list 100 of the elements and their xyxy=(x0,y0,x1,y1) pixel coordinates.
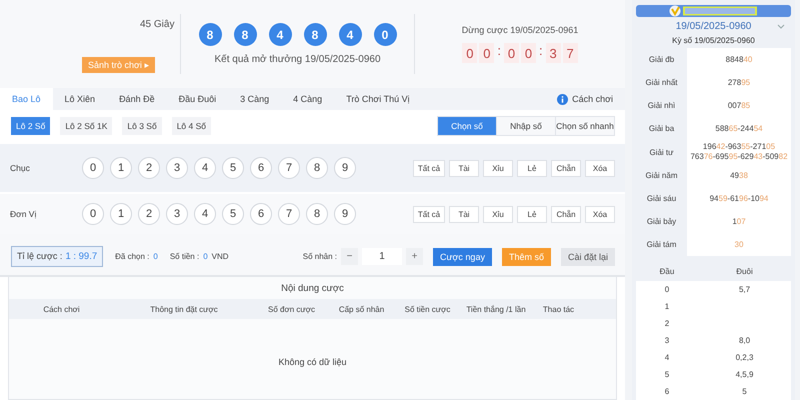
quick-pick-button[interactable]: Lẻ xyxy=(517,160,547,176)
prize-number: 50982 xyxy=(765,152,788,161)
multiplier-field[interactable]: 1 xyxy=(362,248,402,265)
stop-label: Dừng cược 19/05/2025-0961 xyxy=(462,25,578,35)
result-caption: Kết quả mở thưởng 19/05/2025-0960 xyxy=(214,54,381,65)
digit-ball[interactable]: 9 xyxy=(334,157,356,179)
digit-ball[interactable]: 1 xyxy=(110,157,132,179)
digit-ball[interactable]: 3 xyxy=(166,157,188,179)
quick-pick-button[interactable]: Lẻ xyxy=(517,206,547,222)
timer-digit: 0 xyxy=(462,43,478,63)
quick-pick-button[interactable]: Tài xyxy=(449,206,479,222)
game-tab[interactable]: Đánh Đề xyxy=(107,88,167,110)
bet-now-button[interactable]: Cược ngay xyxy=(433,248,492,266)
dash-separator: - xyxy=(762,152,766,161)
quick-pick-button[interactable]: Xỉu xyxy=(483,160,513,176)
mode-tab[interactable]: Chọn số xyxy=(438,117,496,135)
result-ball: 4 xyxy=(268,23,292,46)
quick-pick-button[interactable]: Xóa xyxy=(585,206,615,222)
game-tab[interactable]: Lô Xiên xyxy=(52,88,108,110)
timer-separator: : xyxy=(496,43,502,60)
digit-ball[interactable]: 8 xyxy=(306,203,328,225)
period-number: Kỳ số 19/05/2025-0960 xyxy=(671,35,756,47)
digit-ball[interactable]: 5 xyxy=(222,157,244,179)
digit-ball[interactable]: 2 xyxy=(138,203,160,225)
digit-ball[interactable]: 3 xyxy=(166,203,188,225)
sub-tab[interactable]: Lô 3 Số xyxy=(122,117,162,135)
dash-separator: - xyxy=(738,152,740,161)
reset-button[interactable]: Cài đặt lại xyxy=(560,248,615,266)
game-tab[interactable]: Bao Lô xyxy=(0,88,53,110)
result-ball: 8 xyxy=(234,23,256,46)
row-label: Chục xyxy=(10,163,31,173)
mode-tab[interactable]: Nhập số xyxy=(496,117,555,135)
prize-number: 19642 xyxy=(702,142,726,151)
result-ball: 8 xyxy=(198,23,222,46)
prize-number: 96355 xyxy=(728,142,750,151)
prize-number: 76376 xyxy=(690,152,713,161)
quick-pick-button[interactable]: Xỉu xyxy=(483,206,513,222)
prize-number: 00785 xyxy=(728,100,750,110)
digit-ball[interactable]: 8 xyxy=(306,157,328,179)
multiplier-label: Số nhân : xyxy=(302,252,337,261)
chosen-count: 0 xyxy=(153,252,158,261)
period-date: 19/05/2025-0960 xyxy=(676,21,752,32)
column-header: Số đơn cược xyxy=(267,304,316,314)
period-dropdown[interactable]: 19/05/2025-0960 xyxy=(636,20,791,33)
quick-pick-button[interactable]: Chẵn xyxy=(551,160,581,176)
quick-pick-button[interactable]: Tất cả xyxy=(413,160,445,176)
currency-label: VND xyxy=(212,252,229,261)
timer-digit: 0 xyxy=(479,43,494,63)
info-icon xyxy=(557,94,568,104)
column-header: Cấp số nhân xyxy=(338,304,386,314)
digit-ball[interactable]: 0 xyxy=(82,157,104,179)
prize-number: 27105 xyxy=(752,142,776,151)
increase-button[interactable]: + xyxy=(406,248,423,265)
mode-tab[interactable]: Chọn số nhanh xyxy=(555,117,614,135)
odds-value: 1 : 99.7 xyxy=(65,251,98,262)
quick-pick-button[interactable]: Chẵn xyxy=(551,206,581,222)
sub-tab[interactable]: Lô 2 Số xyxy=(11,117,50,135)
digit-ball[interactable]: 6 xyxy=(250,157,272,179)
decrease-button[interactable]: − xyxy=(341,248,358,265)
digit-ball[interactable]: 5 xyxy=(222,203,244,225)
how-to-play-link[interactable]: Cách chơi xyxy=(572,94,613,104)
digit-ball[interactable]: 7 xyxy=(278,157,300,179)
prize-name: Giải tám xyxy=(646,239,678,251)
prize-number: 884840 xyxy=(726,54,752,64)
amount-label: Số tiền : xyxy=(170,252,200,261)
period-note: 45 Giây xyxy=(140,19,174,30)
digit-ball[interactable]: 9 xyxy=(334,203,356,225)
digit-ball[interactable]: 7 xyxy=(278,203,300,225)
quick-pick-button[interactable]: Tất cả xyxy=(413,206,445,222)
quick-pick-button[interactable]: Xóa xyxy=(585,160,615,176)
row-label: Đơn Vị xyxy=(10,209,38,219)
timer-digit: 7 xyxy=(562,43,578,63)
game-tab[interactable]: 3 Càng xyxy=(228,88,282,110)
prize-number: 24454 xyxy=(740,124,763,132)
digit-ball[interactable]: 2 xyxy=(138,157,160,179)
prize-number: 1094 xyxy=(750,194,768,202)
prize-number: 69595 xyxy=(715,152,738,161)
prize-number: 6196 xyxy=(730,194,748,202)
prize-number: 30 xyxy=(734,240,744,248)
game-tab[interactable]: Trò Chơi Thú Vị xyxy=(334,88,422,110)
digit-ball[interactable]: 1 xyxy=(110,203,132,225)
digit-ball[interactable]: 4 xyxy=(194,157,216,179)
dash-separator: - xyxy=(712,152,716,161)
table-title: Nội dung cược xyxy=(280,282,345,296)
prize-number: 107 xyxy=(732,216,746,226)
sub-tab[interactable]: Lô 4 Số xyxy=(172,117,211,135)
column-header: Số tiền cược xyxy=(404,304,452,314)
prize-name: Giải đb xyxy=(648,54,676,66)
game-tab[interactable]: 4 Càng xyxy=(281,88,334,110)
result-ball: 0 xyxy=(374,23,396,46)
digit-ball[interactable]: 0 xyxy=(82,203,104,225)
quick-pick-button[interactable]: Tài xyxy=(449,160,479,176)
dash-separator: - xyxy=(725,142,728,151)
digit-ball[interactable]: 4 xyxy=(194,203,216,225)
empty-message: Không có dữ liệu xyxy=(277,357,348,367)
column-header: Đầu xyxy=(658,266,676,278)
dash-separator: - xyxy=(738,124,740,132)
game-tab[interactable]: Đầu Đuôi xyxy=(166,88,228,110)
digit-ball[interactable]: 6 xyxy=(250,203,272,225)
sub-tab[interactable]: Lô 2 Số 1K xyxy=(60,117,112,135)
